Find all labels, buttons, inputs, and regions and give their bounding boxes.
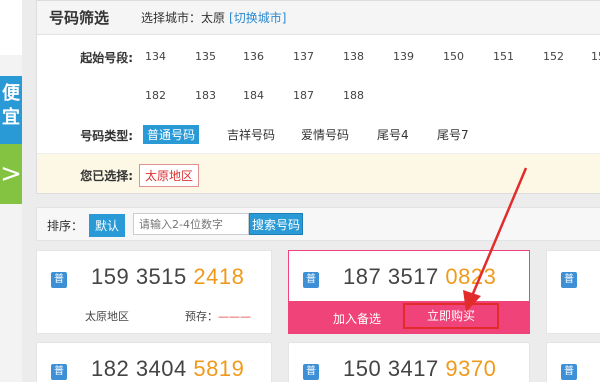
page: 便 宜 > 号码筛选 选择城市：太原 [切换城市] 起始号段: 134 135 … — [0, 0, 600, 382]
annotation-arrow-icon — [463, 167, 528, 312]
